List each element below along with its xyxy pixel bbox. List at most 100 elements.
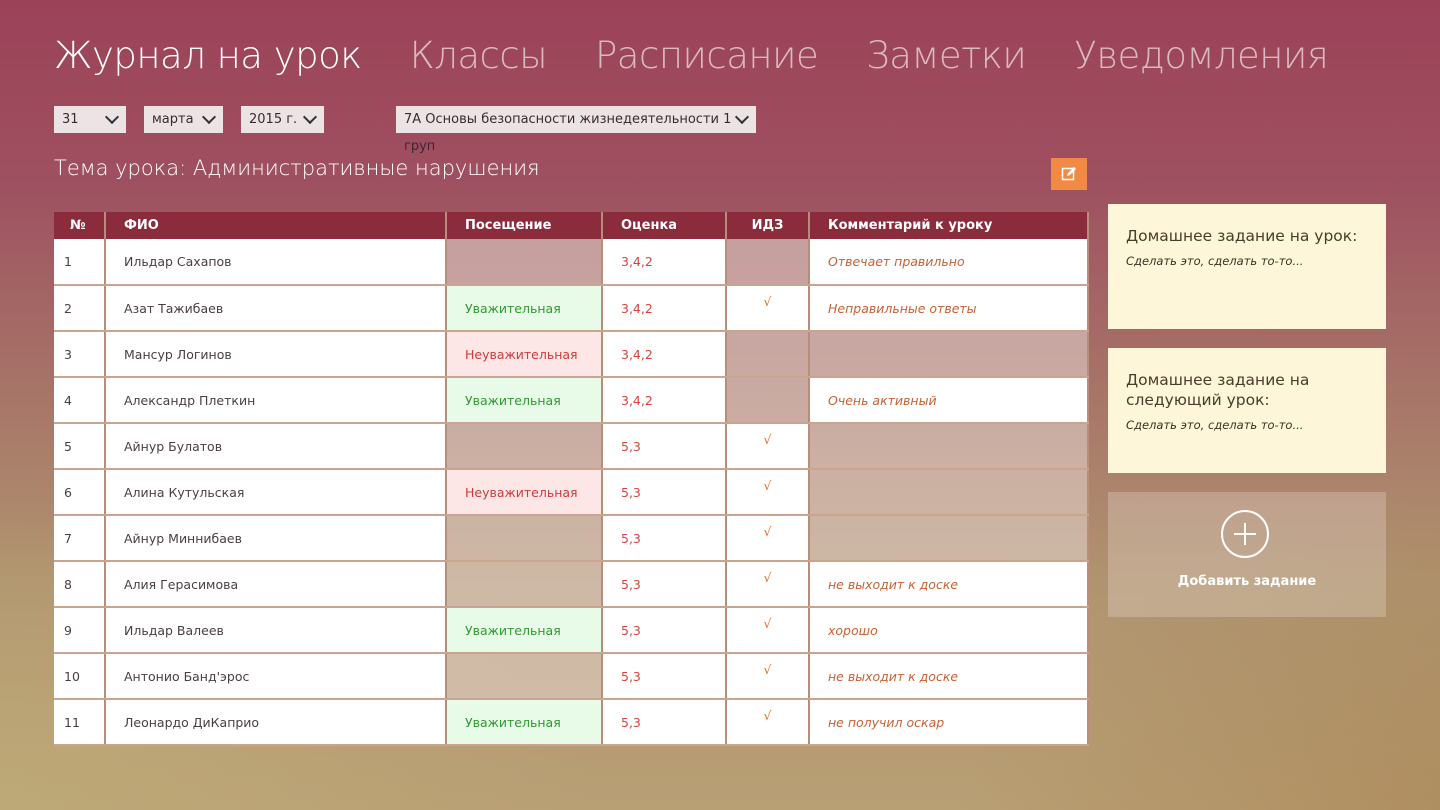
row-number: 3 (54, 331, 106, 378)
student-name: Айнур Булатов (105, 423, 447, 470)
student-name: Ильдар Сахапов (105, 239, 447, 286)
attendance-cell[interactable]: Уважительная (446, 285, 603, 332)
attendance-cell[interactable] (446, 239, 603, 286)
homework-current-title: Домашнее задание на урок: (1126, 227, 1358, 245)
comment-cell[interactable]: хорошо (809, 607, 1089, 654)
comment-cell[interactable] (809, 331, 1089, 378)
comment-cell[interactable] (809, 469, 1089, 516)
chevron-down-icon (104, 109, 120, 125)
day-select[interactable]: 31 (54, 106, 126, 133)
grade-cell[interactable]: 3,4,2 (602, 285, 727, 332)
table-row: 6 Алина Кутульская Неуважительная 5,3 √ (54, 469, 1089, 516)
nav-tab-journal[interactable]: Журнал на урок (54, 34, 362, 77)
grade-cell[interactable]: 5,3 (602, 423, 727, 470)
comment-cell[interactable]: не выходит к доске (809, 561, 1089, 608)
add-homework-label: Добавить задание (1177, 574, 1317, 589)
row-number: 11 (54, 699, 106, 746)
grade-cell[interactable]: 5,3 (602, 699, 727, 746)
nav-tab-notes[interactable]: Заметки (866, 34, 1027, 77)
add-homework-button[interactable]: Добавить задание (1108, 492, 1386, 617)
homework-current-card[interactable]: Домашнее задание на урок: Сделать это, с… (1108, 204, 1386, 329)
row-number: 7 (54, 515, 106, 562)
students-table: № ФИО Посещение Оценка ИДЗ Комментарий к… (54, 212, 1089, 746)
attendance-cell[interactable]: Неуважительная (446, 331, 603, 378)
grade-cell[interactable]: 5,3 (602, 607, 727, 654)
year-select-value: 2015 г. (249, 112, 298, 127)
nav-tab-schedule[interactable]: Расписание (595, 34, 819, 77)
idz-cell[interactable]: √ (726, 285, 810, 332)
table-row: 9 Ильдар Валеев Уважительная 5,3 √ хорошо (54, 607, 1089, 654)
idz-cell[interactable]: √ (726, 515, 810, 562)
row-number: 2 (54, 285, 106, 332)
idz-cell[interactable]: √ (726, 423, 810, 470)
lesson-select[interactable]: 7А Основы безопасности жизнедеятельности… (396, 106, 756, 154)
table-row: 4 Александр Плеткин Уважительная 3,4,2 Очень… (54, 377, 1089, 424)
attendance-cell[interactable] (446, 423, 603, 470)
table-row: 11 Леонардо ДиКаприо Уважительная 5,3 √ не по… (54, 699, 1089, 746)
idz-cell[interactable]: √ (726, 699, 810, 746)
attendance-cell[interactable] (446, 515, 603, 562)
idz-cell[interactable] (726, 239, 810, 286)
student-name: Леонардо ДиКаприо (105, 699, 447, 746)
idz-cell[interactable] (726, 377, 810, 424)
comment-cell[interactable] (809, 515, 1089, 562)
comment-cell[interactable]: Очень активный (809, 377, 1089, 424)
comment-cell[interactable]: Неправильные ответы (809, 285, 1089, 332)
grade-cell[interactable]: 5,3 (602, 561, 727, 608)
idz-cell[interactable]: √ (726, 607, 810, 654)
idz-cell[interactable]: √ (726, 561, 810, 608)
attendance-cell[interactable]: Уважительная (446, 377, 603, 424)
idz-cell[interactable]: √ (726, 653, 810, 700)
filter-bar: 31 марта 2015 г. 7А Основы безопасности … (0, 106, 1440, 154)
attendance-cell[interactable]: Неуважительная (446, 469, 603, 516)
table-row: 8 Алия Герасимова 5,3 √ не выходит к доске (54, 561, 1089, 608)
student-name: Александр Плеткин (105, 377, 447, 424)
col-header-number: № (54, 212, 106, 239)
topic-value: Административные нарушения (192, 156, 540, 180)
grade-cell[interactable]: 5,3 (602, 653, 727, 700)
comment-cell[interactable] (809, 423, 1089, 470)
student-name: Антонио Банд'эрос (105, 653, 447, 700)
grade-cell[interactable]: 3,4,2 (602, 239, 727, 286)
comment-cell[interactable]: Отвечает правильно (809, 239, 1089, 286)
nav-tab-classes[interactable]: Классы (410, 34, 548, 77)
grade-cell[interactable]: 5,3 (602, 515, 727, 562)
row-number: 5 (54, 423, 106, 470)
row-number: 6 (54, 469, 106, 516)
col-header-name: ФИО (105, 212, 447, 239)
homework-next-card[interactable]: Домашнее задание на следующий урок: Сдел… (1108, 348, 1386, 473)
attendance-cell[interactable] (446, 653, 603, 700)
attendance-cell[interactable] (446, 561, 603, 608)
month-select-value: марта (152, 112, 194, 127)
idz-cell[interactable] (726, 331, 810, 378)
row-number: 9 (54, 607, 106, 654)
table-row: 5 Айнур Булатов 5,3 √ (54, 423, 1089, 470)
lesson-select-value: 7А Основы безопасности жизнедеятельности… (404, 112, 732, 154)
day-select-value: 31 (62, 112, 79, 127)
nav-tab-notifications[interactable]: Уведомления (1074, 34, 1328, 77)
comment-cell[interactable]: не получил оскар (809, 699, 1089, 746)
month-select[interactable]: марта (144, 106, 223, 133)
student-name: Мансур Логинов (105, 331, 447, 378)
table-row: 2 Азат Тажибаев Уважительная 3,4,2 √ Неправил… (54, 285, 1089, 332)
year-select[interactable]: 2015 г. (241, 106, 324, 133)
col-header-comment: Комментарий к уроку (809, 212, 1089, 239)
grade-cell[interactable]: 3,4,2 (602, 331, 727, 378)
idz-cell[interactable]: √ (726, 469, 810, 516)
attendance-cell[interactable]: Уважительная (446, 607, 603, 654)
grade-cell[interactable]: 5,3 (602, 469, 727, 516)
student-name: Айнур Миннибаев (105, 515, 447, 562)
grade-cell[interactable]: 3,4,2 (602, 377, 727, 424)
edit-topic-button[interactable] (1051, 158, 1087, 190)
table-row: 7 Айнур Миннибаев 5,3 √ (54, 515, 1089, 562)
edit-icon (1061, 167, 1076, 181)
homework-next-title: Домашнее задание на следующий урок: (1126, 371, 1310, 409)
student-name: Азат Тажибаев (105, 285, 447, 332)
homework-current-text: Сделать это, сделать то-то... (1126, 254, 1304, 268)
col-header-grade: Оценка (602, 212, 727, 239)
comment-cell[interactable]: не выходит к доске (809, 653, 1089, 700)
attendance-cell[interactable]: Уважительная (446, 699, 603, 746)
chevron-down-icon (734, 109, 750, 125)
table-row: 10 Антонио Банд'эрос 5,3 √ не выходит к доск… (54, 653, 1089, 700)
row-number: 8 (54, 561, 106, 608)
